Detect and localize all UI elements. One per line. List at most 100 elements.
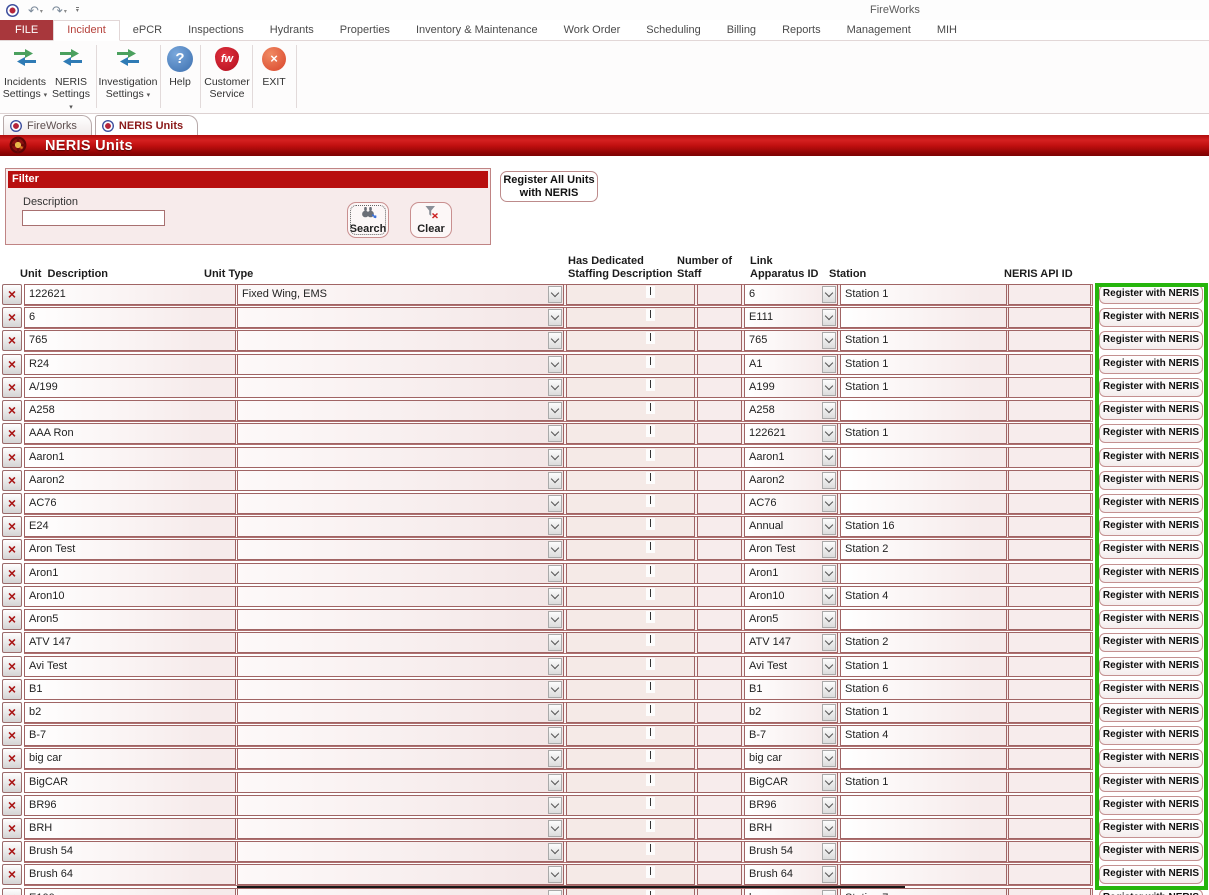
chevron-down-icon[interactable] xyxy=(548,379,562,396)
station-cell[interactable]: Station 7 xyxy=(840,888,1007,895)
search-button[interactable]: Search xyxy=(347,202,389,238)
register-with-neris-button[interactable]: Register with NERIS xyxy=(1099,796,1203,815)
chevron-down-icon[interactable] xyxy=(548,634,562,651)
link-apparatus-id-cell[interactable]: AC76 xyxy=(744,493,838,514)
description-input[interactable] xyxy=(22,210,165,226)
number-of-staff-cell[interactable] xyxy=(697,632,742,653)
chevron-down-icon[interactable] xyxy=(822,332,836,349)
chevron-down-icon[interactable] xyxy=(822,425,836,442)
neris-api-id-cell[interactable] xyxy=(1008,586,1091,607)
register-with-neris-button[interactable]: Register with NERIS xyxy=(1099,633,1203,652)
unit-description-cell[interactable]: 765 xyxy=(24,330,236,351)
unit-type-cell[interactable] xyxy=(237,795,564,816)
has-dedicated-staffing-cell[interactable] xyxy=(566,609,695,630)
unit-type-cell[interactable] xyxy=(237,748,564,769)
link-apparatus-id-cell[interactable]: Brush 64 xyxy=(744,864,838,885)
unit-type-cell[interactable] xyxy=(237,493,564,514)
register-with-neris-button[interactable]: Register with NERIS xyxy=(1099,308,1203,327)
number-of-staff-cell[interactable] xyxy=(697,888,742,895)
chevron-down-icon[interactable] xyxy=(548,332,562,349)
has-dedicated-staffing-cell[interactable] xyxy=(566,330,695,351)
unit-type-cell[interactable] xyxy=(237,330,564,351)
delete-row-button[interactable]: × xyxy=(2,818,22,839)
chevron-down-icon[interactable] xyxy=(822,379,836,396)
help-button[interactable]: ? Help xyxy=(162,44,198,111)
unit-description-cell[interactable]: ATV 147 xyxy=(24,632,236,653)
number-of-staff-cell[interactable] xyxy=(697,702,742,723)
delete-row-button[interactable]: × xyxy=(2,841,22,862)
chevron-down-icon[interactable] xyxy=(822,634,836,651)
chevron-down-icon[interactable] xyxy=(548,843,562,860)
incidents-settings-button[interactable]: Incidents Settings ▾ xyxy=(2,44,48,111)
neris-api-id-cell[interactable] xyxy=(1008,377,1091,398)
unit-description-cell[interactable]: Aaron2 xyxy=(24,470,236,491)
register-with-neris-button[interactable]: Register with NERIS xyxy=(1099,517,1203,536)
chevron-down-icon[interactable] xyxy=(548,774,562,791)
number-of-staff-cell[interactable] xyxy=(697,841,742,862)
has-dedicated-staffing-cell[interactable] xyxy=(566,493,695,514)
delete-row-button[interactable]: × xyxy=(2,795,22,816)
neris-api-id-cell[interactable] xyxy=(1008,447,1091,468)
unit-description-cell[interactable]: Aron Test xyxy=(24,539,236,560)
register-with-neris-button[interactable]: Register with NERIS xyxy=(1099,355,1203,374)
chevron-down-icon[interactable] xyxy=(822,286,836,303)
unit-type-cell[interactable] xyxy=(237,447,564,468)
delete-row-button[interactable]: × xyxy=(2,423,22,444)
has-dedicated-staffing-cell[interactable] xyxy=(566,400,695,421)
register-with-neris-button[interactable]: Register with NERIS xyxy=(1099,842,1203,861)
number-of-staff-cell[interactable] xyxy=(697,284,742,305)
customer-service-button[interactable]: fw Customer Service xyxy=(203,44,251,111)
chevron-down-icon[interactable] xyxy=(548,541,562,558)
tab-management[interactable]: Management xyxy=(834,20,924,40)
unit-description-cell[interactable]: BRH xyxy=(24,818,236,839)
unit-description-cell[interactable]: Aron1 xyxy=(24,563,236,584)
neris-api-id-cell[interactable] xyxy=(1008,748,1091,769)
delete-row-button[interactable]: × xyxy=(2,563,22,584)
number-of-staff-cell[interactable] xyxy=(697,493,742,514)
undo-button[interactable]: ↶▾ xyxy=(28,4,43,17)
has-dedicated-staffing-cell[interactable] xyxy=(566,423,695,444)
link-apparatus-id-cell[interactable]: Brush 54 xyxy=(744,841,838,862)
has-dedicated-staffing-cell[interactable] xyxy=(566,516,695,537)
chevron-down-icon[interactable] xyxy=(548,356,562,373)
doc-tab-neris-units[interactable]: NERIS Units xyxy=(95,115,198,135)
register-with-neris-button[interactable]: Register with NERIS xyxy=(1099,564,1203,583)
redo-button[interactable]: ↷▾ xyxy=(52,4,67,17)
unit-description-cell[interactable]: b2 xyxy=(24,702,236,723)
chevron-down-icon[interactable] xyxy=(822,472,836,489)
link-apparatus-id-cell[interactable]: BRH xyxy=(744,818,838,839)
neris-api-id-cell[interactable] xyxy=(1008,841,1091,862)
register-with-neris-button[interactable]: Register with NERIS xyxy=(1099,680,1203,699)
link-apparatus-id-cell[interactable]: E111 xyxy=(744,307,838,328)
tab-billing[interactable]: Billing xyxy=(714,20,769,40)
link-apparatus-id-cell[interactable]: Avi Test xyxy=(744,656,838,677)
chevron-down-icon[interactable] xyxy=(822,588,836,605)
delete-row-button[interactable]: × xyxy=(2,679,22,700)
chevron-down-icon[interactable] xyxy=(548,750,562,767)
neris-api-id-cell[interactable] xyxy=(1008,354,1091,375)
tab-incident[interactable]: Incident xyxy=(53,20,120,41)
has-dedicated-staffing-cell[interactable] xyxy=(566,586,695,607)
register-with-neris-button[interactable]: Register with NERIS xyxy=(1099,703,1203,722)
delete-row-button[interactable]: × xyxy=(2,888,22,895)
unit-description-cell[interactable]: Brush 54 xyxy=(24,841,236,862)
delete-row-button[interactable]: × xyxy=(2,400,22,421)
delete-row-button[interactable]: × xyxy=(2,702,22,723)
has-dedicated-staffing-cell[interactable] xyxy=(566,284,695,305)
chevron-down-icon[interactable] xyxy=(822,495,836,512)
neris-api-id-cell[interactable] xyxy=(1008,772,1091,793)
neris-api-id-cell[interactable] xyxy=(1008,563,1091,584)
tab-inspections[interactable]: Inspections xyxy=(175,20,257,40)
neris-api-id-cell[interactable] xyxy=(1008,470,1091,491)
link-apparatus-id-cell[interactable]: 6 xyxy=(744,284,838,305)
number-of-staff-cell[interactable] xyxy=(697,354,742,375)
unit-type-cell[interactable] xyxy=(237,470,564,491)
station-cell[interactable] xyxy=(840,818,1007,839)
station-cell[interactable] xyxy=(840,563,1007,584)
has-dedicated-staffing-cell[interactable] xyxy=(566,841,695,862)
tab-scheduling[interactable]: Scheduling xyxy=(633,20,713,40)
neris-api-id-cell[interactable] xyxy=(1008,307,1091,328)
chevron-down-icon[interactable] xyxy=(548,820,562,837)
delete-row-button[interactable]: × xyxy=(2,284,22,305)
station-cell[interactable]: Station 1 xyxy=(840,354,1007,375)
